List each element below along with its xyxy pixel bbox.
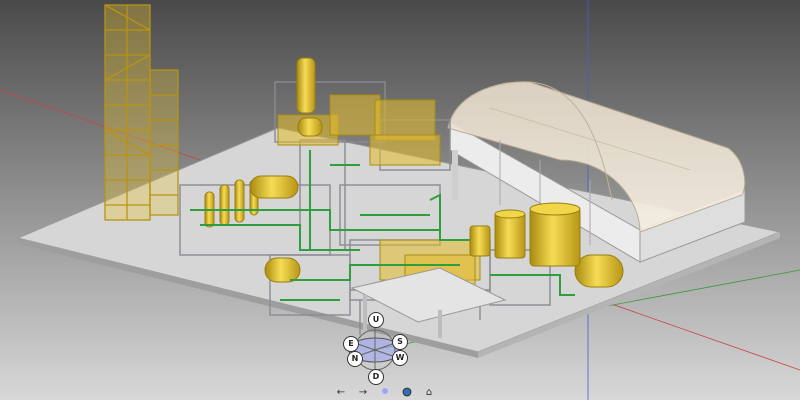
gizmo-up-label[interactable]: U [368, 312, 384, 328]
gizmo-east-label[interactable]: E [343, 336, 359, 352]
gizmo-down-label[interactable]: D [368, 369, 384, 385]
orbit-dot-icon[interactable] [378, 387, 392, 399]
globe-icon[interactable] [400, 387, 414, 399]
forward-arrow-icon[interactable]: → [356, 387, 370, 399]
gizmo-west-label[interactable]: W [392, 350, 408, 366]
tall-tower [104, 4, 179, 221]
gizmo-north-label[interactable]: N [347, 351, 363, 367]
navigation-bar: ← → ⌂ [334, 386, 436, 400]
home-view-icon[interactable]: ⌂ [422, 387, 436, 399]
gizmo-south-label[interactable]: S [392, 334, 408, 350]
orientation-gizmo[interactable]: U D E S N W [340, 312, 410, 385]
3d-viewport[interactable]: U D E S N W ← → ⌂ [0, 0, 800, 400]
back-arrow-icon[interactable]: ← [334, 387, 348, 399]
